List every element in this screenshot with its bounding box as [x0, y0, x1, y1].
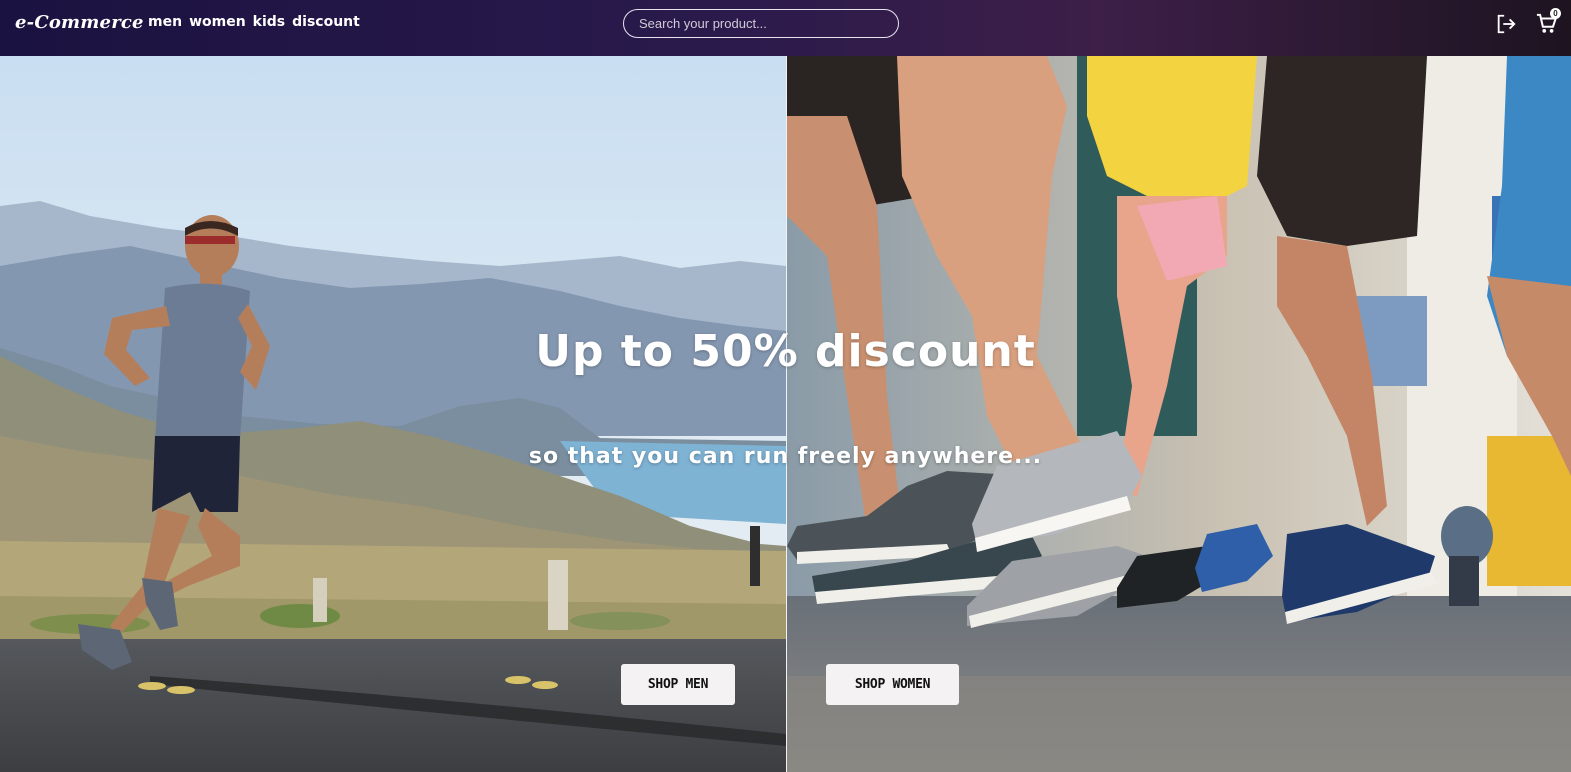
cart-count-badge: 0 [1550, 8, 1561, 19]
nav-link-women[interactable]: women [189, 14, 246, 30]
nav-link-men[interactable]: men [148, 14, 182, 30]
shop-men-button[interactable]: SHOP MEN [621, 664, 735, 705]
top-navbar: e-Commerce men women kids discount 0 [0, 0, 1571, 56]
logout-icon[interactable] [1495, 13, 1517, 35]
search-input[interactable] [623, 9, 899, 38]
shop-women-button[interactable]: SHOP WOMEN [826, 664, 959, 705]
nav-link-kids[interactable]: kids [253, 14, 285, 30]
brand-logo[interactable]: e-Commerce [15, 12, 144, 33]
hero-banner: Up to 50% discount so that you can run f… [0, 56, 1571, 772]
category-nav: men women kids discount [148, 14, 360, 30]
nav-link-discount[interactable]: discount [292, 14, 360, 30]
